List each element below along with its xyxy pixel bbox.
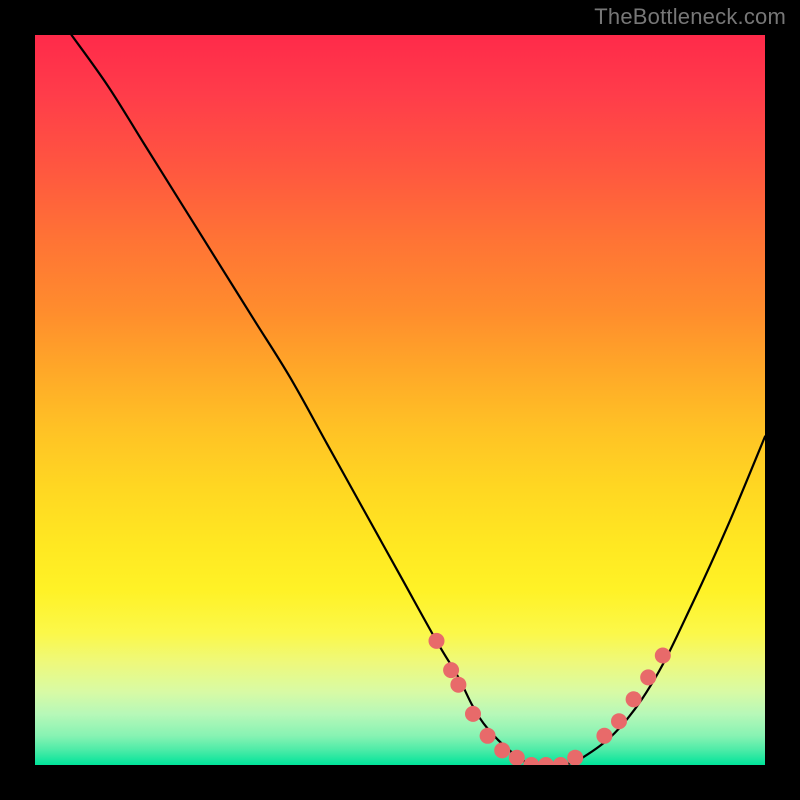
data-marker [480, 728, 496, 744]
data-marker [596, 728, 612, 744]
data-marker [553, 757, 569, 765]
data-marker [429, 633, 445, 649]
data-marker [538, 757, 554, 765]
data-marker [494, 742, 510, 758]
data-marker [443, 662, 459, 678]
data-marker [450, 677, 466, 693]
chart-frame: TheBottleneck.com [0, 0, 800, 800]
data-marker [640, 669, 656, 685]
plot-area [35, 35, 765, 765]
data-marker [465, 706, 481, 722]
markers-group [429, 633, 671, 765]
data-marker [509, 750, 525, 765]
data-marker [626, 691, 642, 707]
watermark-text: TheBottleneck.com [594, 4, 786, 30]
data-marker [523, 757, 539, 765]
data-marker [611, 713, 627, 729]
data-marker [655, 648, 671, 664]
data-marker [567, 750, 583, 765]
chart-svg [35, 35, 765, 765]
